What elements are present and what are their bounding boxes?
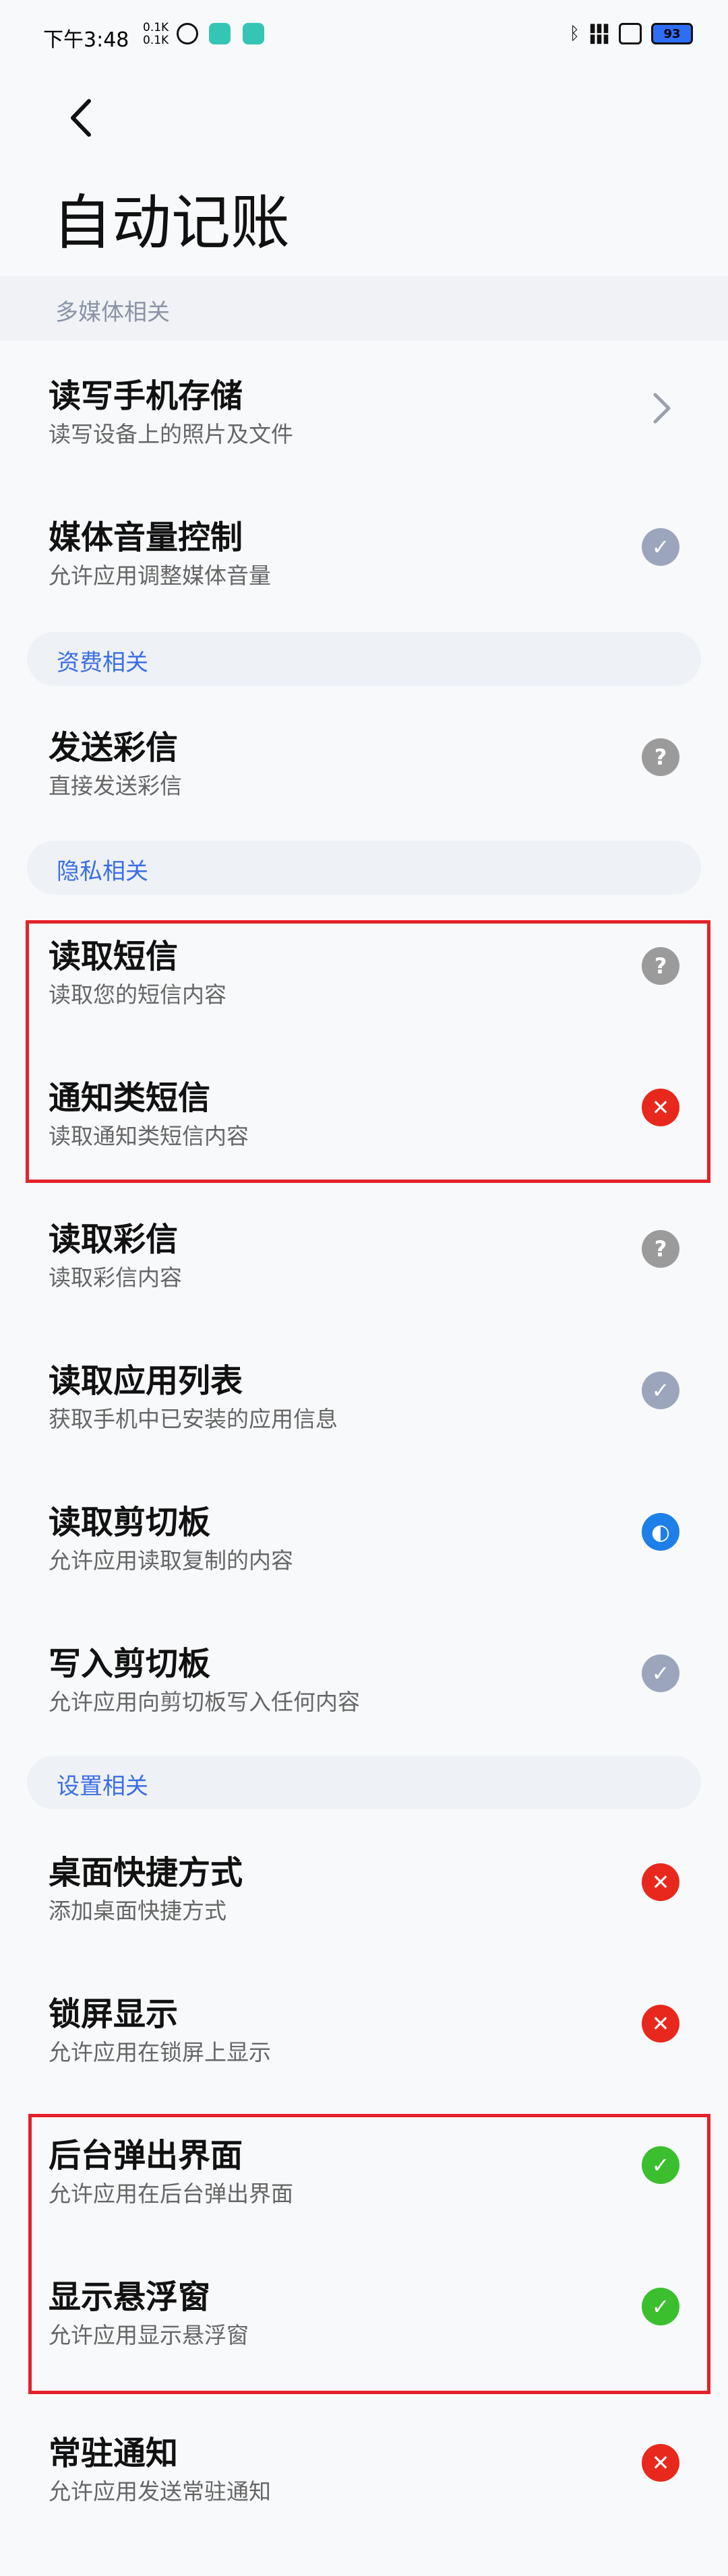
permission-title: 后台弹出界面 [49, 2137, 243, 2175]
permission-row-storage[interactable]: 读写手机存储 读写设备上的照片及文件 [0, 341, 728, 476]
back-button[interactable] [62, 94, 102, 141]
permission-description: 允许应用在后台弹出界面 [49, 2181, 293, 2207]
permission-row-background-popup[interactable]: 后台弹出界面 允许应用在后台弹出界面 ✓ [0, 2100, 728, 2235]
permission-title: 读写手机存储 [49, 377, 243, 415]
battery-level: 93 [663, 26, 681, 41]
question-icon[interactable]: ? [642, 1230, 679, 1268]
check-icon[interactable]: ✓ [642, 2288, 679, 2325]
permission-description: 获取手机中已安装的应用信息 [49, 1406, 338, 1432]
chevron-left-icon [71, 99, 91, 137]
permission-row-desktop-shortcut[interactable]: 桌面快捷方式 添加桌面快捷方式 ✕ [0, 1817, 728, 1952]
permission-description: 读写设备上的照片及文件 [49, 421, 293, 447]
permission-title: 读取彩信 [49, 1221, 179, 1258]
permission-description: 添加桌面快捷方式 [49, 1898, 226, 1924]
permission-description: 允许应用读取复制的内容 [49, 1547, 293, 1574]
question-icon[interactable]: ? [642, 738, 679, 776]
signal-icon: ▮▮▮ ▮▮▮ [589, 21, 609, 46]
app-notification-icon [209, 23, 231, 44]
permission-row-notification-sms[interactable]: 通知类短信 读取通知类短信内容 ✕ [0, 1043, 728, 1178]
check-icon[interactable]: ✓ [642, 2146, 679, 2184]
permission-description: 读取您的短信内容 [49, 981, 226, 1008]
permission-description: 允许应用调整媒体音量 [49, 562, 271, 589]
shield-check-icon[interactable]: ✓ [642, 1654, 679, 1692]
battery-icon: 93 [651, 23, 693, 44]
permission-row-app-list[interactable]: 读取应用列表 获取手机中已安装的应用信息 ✓ [0, 1326, 728, 1460]
section-billing-label: 资费相关 [57, 649, 148, 676]
shield-check-icon[interactable]: ✓ [642, 1372, 679, 1409]
section-settings: 设置相关 [27, 1756, 701, 1809]
permission-title: 读取应用列表 [49, 1362, 243, 1400]
permission-title: 读取剪切板 [49, 1504, 211, 1541]
permission-row-send-mms[interactable]: 发送彩信 直接发送彩信 ? [0, 693, 728, 827]
shield-check-icon[interactable]: ✓ [642, 528, 679, 566]
permission-title: 常驻通知 [49, 2435, 179, 2472]
permission-row-write-clipboard[interactable]: 写入剪切板 允许应用向剪切板写入任何内容 ✓ [0, 1609, 728, 1743]
permission-row-lockscreen-display[interactable]: 锁屏显示 允许应用在锁屏上显示 ✕ [0, 1959, 728, 2094]
section-multimedia-label: 多媒体相关 [55, 299, 170, 326]
section-multimedia: 多媒体相关 [0, 276, 728, 341]
denied-icon[interactable]: ✕ [642, 2444, 679, 2482]
status-bar: 下午3:48 0.1K 0.1K ᛒ ▮▮▮ ▮▮▮ 93 [0, 0, 728, 74]
permission-description: 读取通知类短信内容 [49, 1123, 249, 1149]
bluetooth-icon: ᛒ [569, 24, 580, 44]
denied-icon[interactable]: ✕ [642, 1089, 679, 1126]
section-privacy-label: 隐私相关 [57, 858, 148, 885]
network-speed-up: 0.1K [143, 21, 169, 34]
network-speed: 0.1K 0.1K [143, 22, 169, 47]
permission-row-media-volume[interactable]: 媒体音量控制 允许应用调整媒体音量 ✓ [0, 482, 728, 617]
permission-title: 发送彩信 [49, 729, 179, 767]
permission-title: 锁屏显示 [49, 1995, 179, 2033]
page-title: 自动记账 [53, 188, 291, 257]
permission-title: 通知类短信 [49, 1079, 211, 1117]
permission-description: 允许应用显示悬浮窗 [49, 2322, 249, 2348]
permission-row-read-mms[interactable]: 读取彩信 读取彩信内容 ? [0, 1184, 728, 1319]
permission-row-floating-window[interactable]: 显示悬浮窗 允许应用显示悬浮窗 ✓ [0, 2242, 728, 2377]
info-icon[interactable]: ◐ [642, 1513, 679, 1551]
section-billing: 资费相关 [27, 632, 701, 686]
permission-row-read-sms[interactable]: 读取短信 读取您的短信内容 ? [0, 901, 728, 1036]
permission-row-persistent-notification[interactable]: 常驻通知 允许应用发送常驻通知 ✕ [0, 2398, 728, 2533]
network-speed-down: 0.1K [143, 34, 169, 47]
question-icon[interactable]: ? [642, 947, 679, 985]
section-settings-label: 设置相关 [57, 1773, 148, 1800]
alarm-icon [177, 23, 198, 44]
permission-title: 读取短信 [49, 938, 179, 975]
permission-title: 显示悬浮窗 [49, 2278, 211, 2316]
permission-title: 桌面快捷方式 [49, 1854, 243, 1892]
section-privacy: 隐私相关 [27, 841, 701, 895]
permission-description: 读取彩信内容 [49, 1264, 182, 1291]
wifi-icon [619, 23, 642, 44]
permission-title: 写入剪切板 [49, 1645, 211, 1683]
permission-row-read-clipboard[interactable]: 读取剪切板 允许应用读取复制的内容 ◐ [0, 1467, 728, 1602]
status-right: ᛒ ▮▮▮ ▮▮▮ 93 [569, 21, 693, 46]
permission-description: 直接发送彩信 [49, 773, 182, 799]
permission-description: 允许应用向剪切板写入任何内容 [49, 1689, 360, 1715]
permission-title: 媒体音量控制 [49, 519, 243, 556]
app-notification-icon-2 [243, 23, 264, 44]
permission-description: 允许应用发送常驻通知 [49, 2478, 271, 2505]
chevron-right-icon [653, 393, 671, 424]
status-time: 下午3:48 [43, 28, 129, 52]
denied-icon[interactable]: ✕ [642, 1863, 679, 1901]
denied-icon[interactable]: ✕ [642, 2005, 679, 2042]
permission-description: 允许应用在锁屏上显示 [49, 2039, 271, 2065]
